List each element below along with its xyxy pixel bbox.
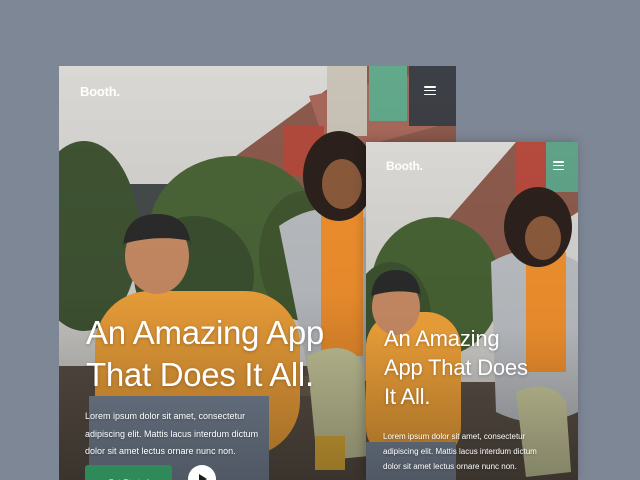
get-started-button[interactable]: Get Started — [85, 465, 172, 480]
mobile-mockup: Booth. An Amazing App That Does It All. … — [366, 142, 578, 480]
brand-logo-mobile[interactable]: Booth. — [386, 159, 423, 173]
hero-description: Lorem ipsum dolor sit amet, consectetur … — [85, 411, 259, 456]
hero-headline-mobile: An Amazing App That Does It All. — [384, 326, 528, 409]
brand-logo[interactable]: Booth. — [80, 84, 120, 99]
hero-description-mobile: Lorem ipsum dolor sit amet, consectetur … — [383, 432, 537, 471]
hamburger-menu-icon[interactable] — [424, 86, 436, 95]
hamburger-menu-icon[interactable] — [553, 161, 564, 170]
hero-headline: An Amazing App That Does It All. — [86, 314, 324, 393]
